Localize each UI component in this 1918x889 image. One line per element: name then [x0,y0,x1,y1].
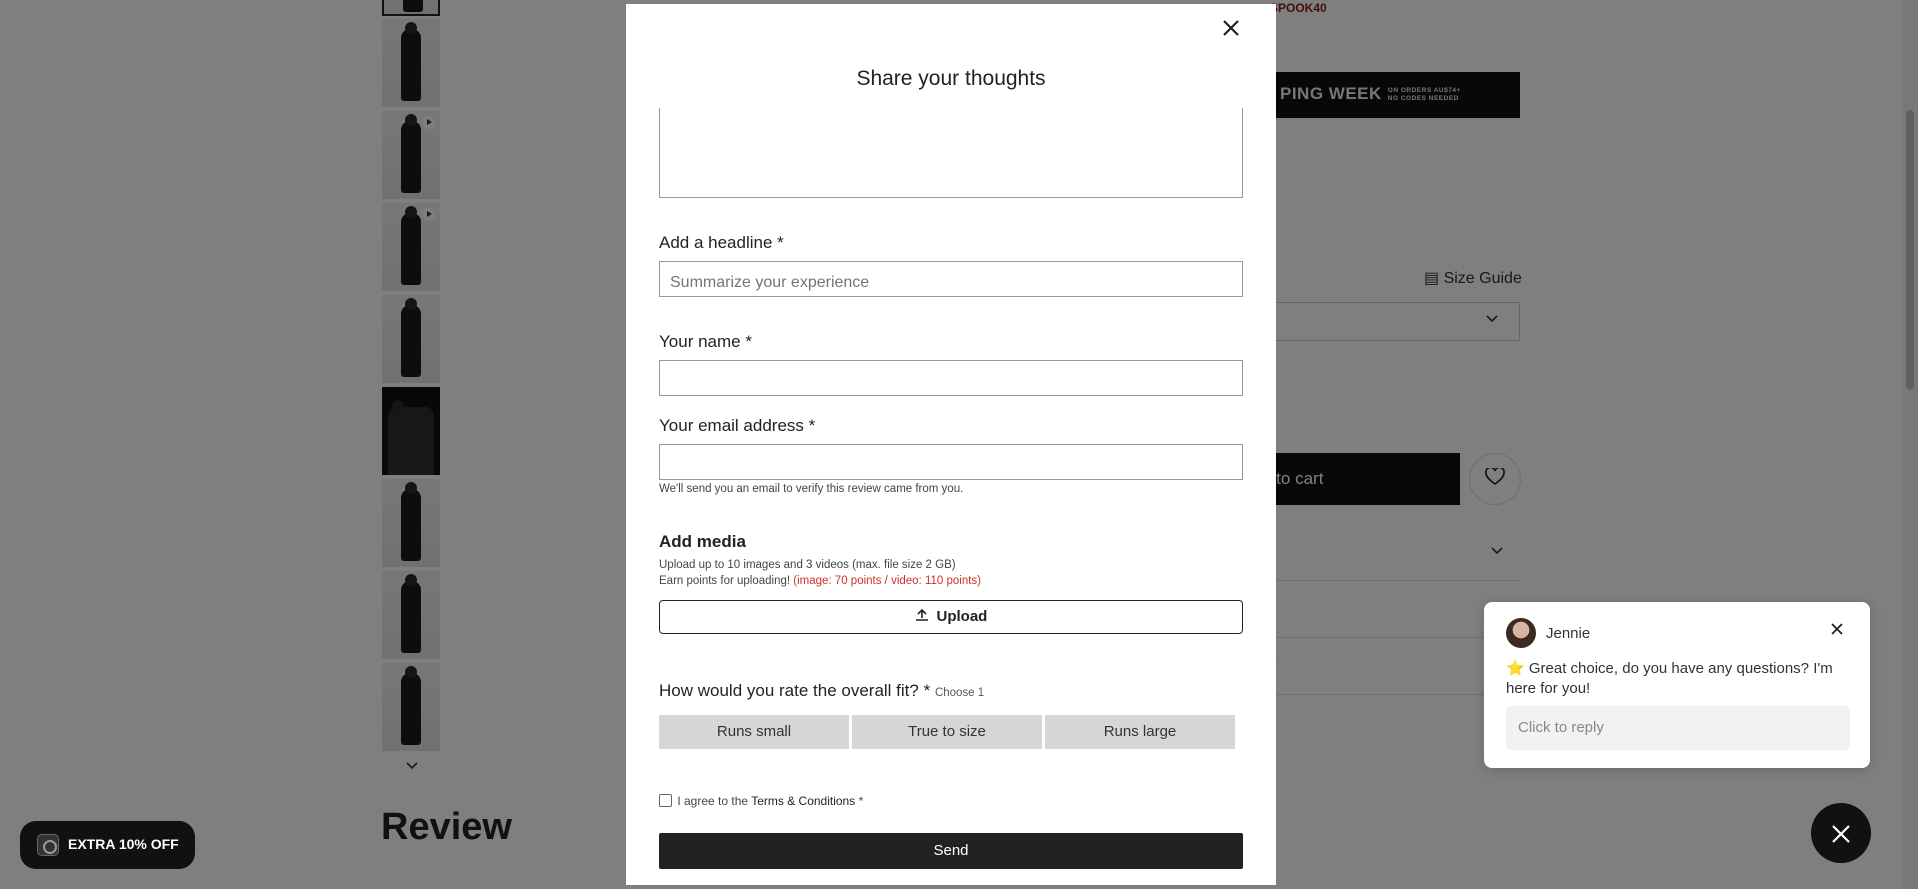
email-help-text: We'll send you an email to verify this r… [659,483,964,495]
agree-text: I agree to the [677,794,749,808]
send-button[interactable]: Send [659,833,1243,869]
upload-label: Upload [936,608,988,625]
media-points-values: (image: 70 points / video: 110 points) [793,575,981,587]
fit-option-true-to-size[interactable]: True to size [852,715,1042,749]
chat-reply-input[interactable]: Click to reply [1506,706,1850,750]
fit-question: How would you rate the overall fit? * Ch… [659,681,984,701]
email-label: Your email address * [659,416,816,435]
extra-discount-label: EXTRA 10% OFF [68,836,179,852]
close-icon[interactable] [1830,622,1844,639]
headline-input[interactable] [659,261,1243,297]
chat-popup: Jennie ⭐ Great choice, do you have any q… [1484,602,1870,768]
brand-logo-icon [37,834,59,856]
agent-avatar [1506,618,1536,648]
media-help-text: Upload up to 10 images and 3 videos (max… [659,559,956,571]
fit-hint: Choose 1 [934,687,985,699]
media-points-text: Earn points for uploading! (image: 70 po… [659,575,981,587]
required-star: * [858,794,864,808]
headline-label: Add a headline * [659,233,784,252]
chat-launcher-button[interactable] [1811,803,1871,863]
close-icon[interactable] [1222,19,1240,41]
name-label: Your name * [659,332,752,351]
media-label: Add media [659,532,746,551]
upload-icon [915,608,933,624]
review-modal: Share your thoughts Add a headline * You… [626,4,1276,885]
email-input[interactable] [659,444,1243,480]
fit-option-runs-small[interactable]: Runs small [659,715,849,749]
chat-message: ⭐ Great choice, do you have any question… [1506,660,1833,697]
media-points-prefix: Earn points for uploading! [659,575,791,587]
terms-checkbox[interactable] [659,794,672,807]
terms-agreement: I agree to the Terms & Conditions * [659,794,863,808]
terms-link[interactable]: Terms & Conditions [751,794,855,808]
extra-discount-button[interactable]: EXTRA 10% OFF [20,821,195,869]
upload-button[interactable]: Upload [659,600,1243,634]
agent-name: Jennie [1546,625,1591,642]
fit-option-runs-large[interactable]: Runs large [1045,715,1235,749]
fit-question-label: How would you rate the overall fit? * [659,681,931,700]
modal-title: Share your thoughts [856,67,1046,90]
name-input[interactable] [659,360,1243,396]
review-textarea[interactable] [659,108,1243,198]
close-icon [1832,825,1850,843]
